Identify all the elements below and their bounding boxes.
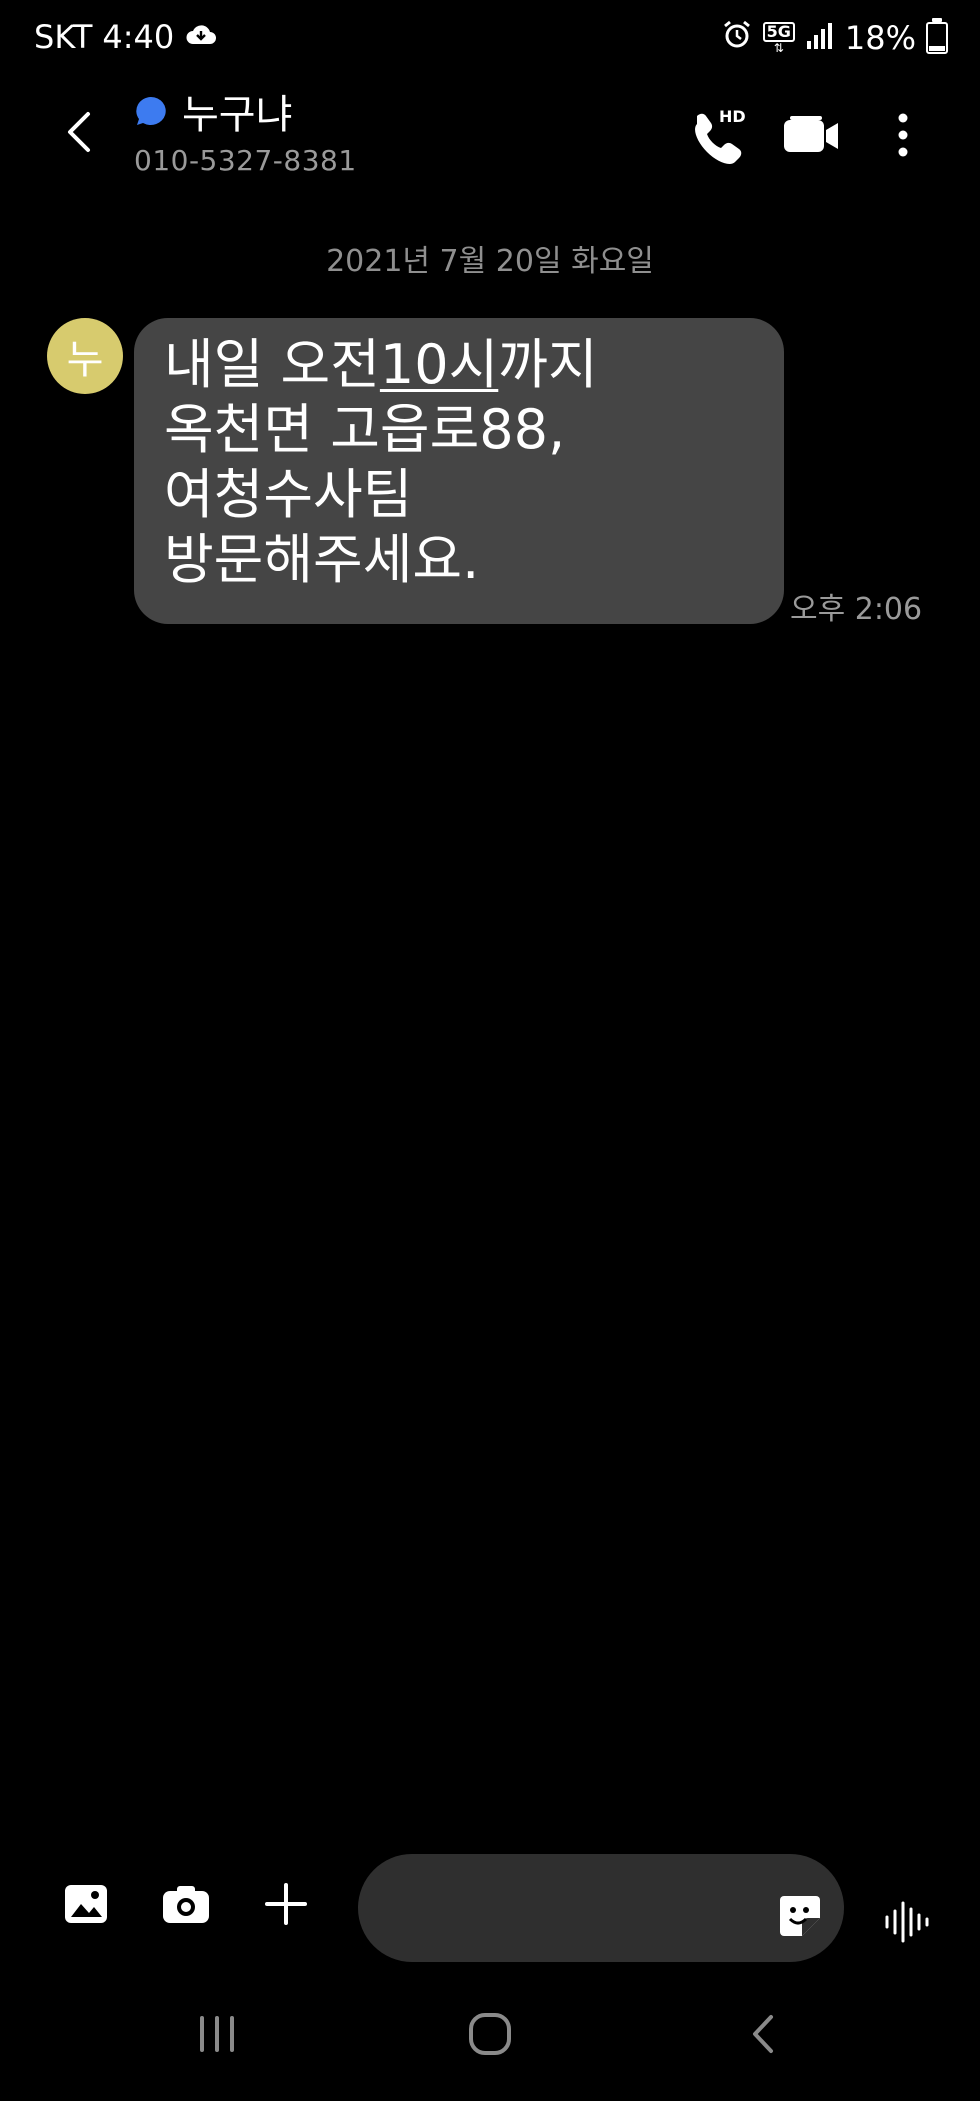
chevron-left-icon [68, 112, 90, 152]
phone-hd-icon: HD [695, 107, 746, 164]
message-bubble[interactable]: 내일 오전10시까지 옥천면 고읍로88, 여청수사팀 방문해주세요. [134, 318, 784, 624]
signal-icon [805, 19, 835, 57]
battery-percent: 18% [844, 19, 916, 57]
video-camera-icon [784, 116, 838, 152]
clock: 4:40 [102, 18, 175, 56]
recent-apps-button[interactable] [182, 2004, 252, 2064]
status-bar: SKT 4:40 5G ⇅ 18% [0, 0, 980, 76]
network-type-icon: 5G ⇅ [762, 22, 795, 54]
cloud-sync-icon [184, 18, 218, 56]
compose-bar [0, 1850, 980, 1962]
message-text: 까지 [498, 333, 598, 396]
message-text: 내일 오전 [164, 333, 380, 396]
contact-info[interactable]: 누구냐 [134, 82, 292, 140]
message-line-4: 방문해주세요. [164, 528, 480, 591]
message-line-1: 내일 오전10시까지 [164, 332, 754, 397]
conversation-header: 누구냐 010-5327-8381 HD [0, 80, 980, 190]
status-left: SKT 4:40 [34, 18, 218, 56]
home-button[interactable] [455, 2004, 525, 2064]
status-right: 5G ⇅ 18% [721, 18, 948, 58]
call-button[interactable]: HD [683, 100, 753, 170]
battery-icon [926, 18, 948, 54]
voice-wave-icon [885, 1901, 929, 1943]
message-line-3: 여청수사팀 [164, 463, 413, 526]
chat-bubble-icon [136, 97, 166, 125]
contact-number: 010-5327-8381 [134, 144, 357, 177]
navigation-bar [0, 1980, 980, 2101]
alarm-icon [721, 18, 753, 58]
video-call-button[interactable] [776, 100, 846, 170]
contact-name: 누구냐 [182, 92, 293, 138]
call-hd-badge: HD [719, 107, 746, 126]
sticker-button[interactable] [776, 1892, 824, 1940]
carrier-label: SKT [34, 18, 93, 56]
camera-button[interactable] [154, 1872, 218, 1936]
image-icon [65, 1885, 107, 1923]
recents-icon [200, 2016, 234, 2052]
message-timestamp: 오후 2:06 [790, 592, 923, 627]
plus-icon [265, 1883, 307, 1925]
gallery-button[interactable] [54, 1872, 118, 1936]
back-button[interactable] [52, 100, 108, 164]
more-vertical-icon [898, 113, 908, 157]
home-icon [469, 2013, 511, 2055]
back-arrow-icon [753, 2015, 773, 2053]
system-back-button[interactable] [728, 2004, 798, 2064]
avatar-initial: 누 [66, 337, 104, 383]
time-link[interactable]: 10시 [380, 333, 498, 396]
add-attachment-button[interactable] [254, 1872, 318, 1936]
avatar[interactable]: 누 [47, 318, 123, 394]
more-options-button[interactable] [868, 100, 938, 170]
messages-screen: SKT 4:40 5G ⇅ 18% 누구냐 010-5327-8381 HD 2… [0, 0, 980, 2101]
message-line-2: 옥천면 고읍로88, [164, 398, 566, 461]
message-input-container[interactable] [358, 1854, 844, 1962]
camera-icon [163, 1886, 209, 1923]
network-type-label: 5G [762, 22, 795, 42]
date-separator: 2021년 7월 20일 화요일 [326, 244, 654, 279]
voice-input-button[interactable] [876, 1890, 940, 1954]
message-input[interactable] [388, 1878, 752, 1940]
sticker-icon [780, 1896, 820, 1936]
